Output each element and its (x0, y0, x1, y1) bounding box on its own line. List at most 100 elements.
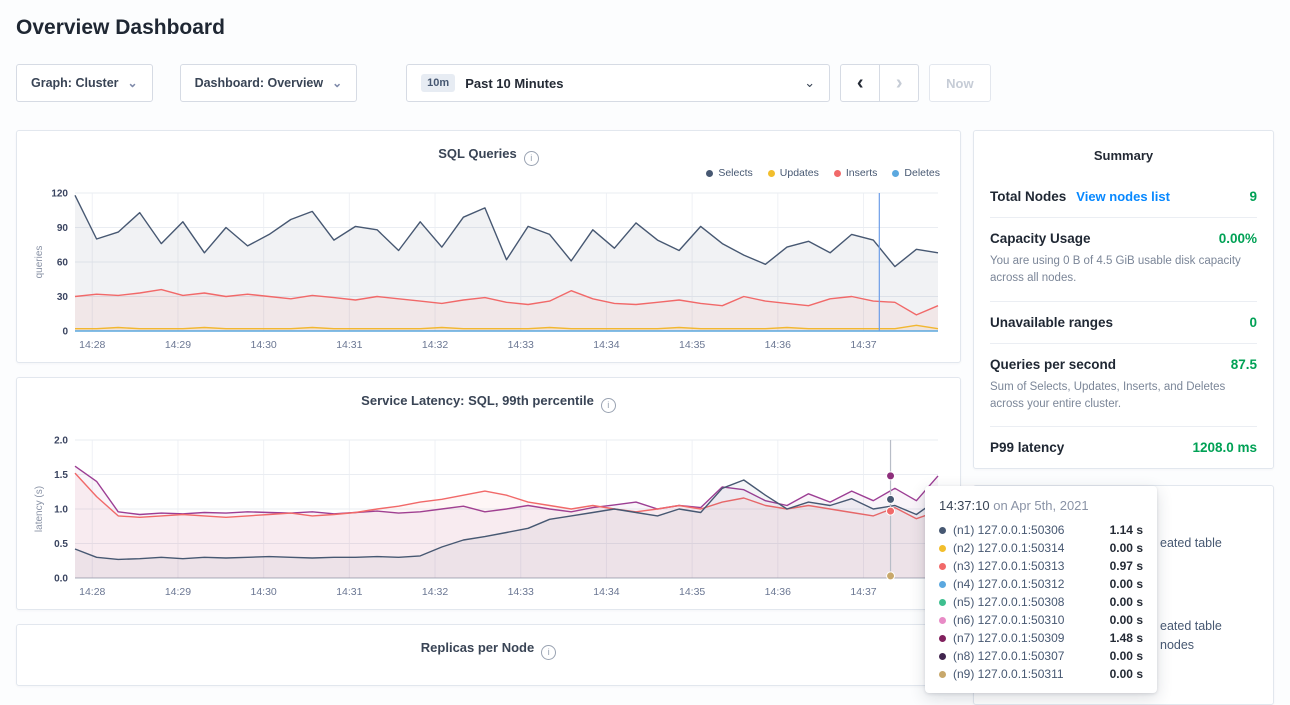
sql-latency-p99-svg: 14:2814:2914:3014:3114:3214:3314:3414:35… (31, 432, 948, 602)
series-dot-icon (939, 581, 946, 588)
series-dot-icon (939, 599, 946, 606)
series-dot-icon (939, 671, 946, 678)
tooltip-node-label: (n1) 127.0.0.1:50306 (953, 523, 1064, 537)
svg-text:0: 0 (62, 327, 68, 338)
summary-label: Unavailable ranges (990, 315, 1113, 330)
tooltip-row: (n7) 127.0.0.1:50309 1.48 s (939, 629, 1143, 647)
summary-row-capacity-usage: Capacity Usage 0.00% You are using 0 B o… (990, 217, 1257, 301)
view-nodes-list-link[interactable]: View nodes list (1076, 189, 1170, 204)
tooltip-node-label: (n6) 127.0.0.1:50310 (953, 613, 1064, 627)
svg-text:14:29: 14:29 (165, 339, 191, 351)
time-range-picker[interactable]: 10m Past 10 Minutes ⌄ (406, 64, 830, 102)
dashboard-controls: Graph: Cluster ⌄ Dashboard: Overview ⌄ 1… (16, 64, 1274, 102)
tooltip-row: (n5) 127.0.0.1:50308 0.00 s (939, 593, 1143, 611)
legend-item[interactable]: Updates (768, 167, 819, 179)
event-item: nodes (1160, 638, 1194, 652)
series-dot-icon (939, 563, 946, 570)
summary-row-total-nodes: Total Nodes View nodes list 9 (990, 176, 1257, 217)
summary-label: Capacity Usage (990, 231, 1091, 246)
series-dot-icon (939, 527, 946, 534)
event-item: eated table (1160, 619, 1222, 633)
time-range-badge: 10m (421, 74, 455, 92)
tooltip-row: (n1) 127.0.0.1:503061.14 s (939, 521, 1143, 539)
series-dot-icon (939, 545, 946, 552)
tooltip-node-value: 0.00 s (1110, 577, 1143, 591)
series-dot-icon (834, 170, 841, 177)
legend-label: Inserts (846, 167, 878, 179)
tooltip-row: (n6) 127.0.0.1:50310 0.00 s (939, 611, 1143, 629)
svg-text:14:35: 14:35 (679, 339, 705, 351)
svg-text:14:37: 14:37 (850, 339, 876, 351)
info-icon[interactable]: i (524, 151, 539, 166)
sql-latency-chart[interactable]: 14:2814:2914:3014:3114:3214:3314:3414:35… (31, 432, 948, 602)
tooltip-row: (n8) 127.0.0.1:503070.00 s (939, 647, 1143, 665)
svg-text:90: 90 (57, 223, 69, 234)
sql-queries-panel: SQL Queries i Selects Updates Inserts Delete… (16, 130, 961, 363)
svg-text:14:29: 14:29 (165, 586, 191, 598)
summary-value: 0 (1249, 315, 1257, 330)
svg-text:0.5: 0.5 (54, 539, 68, 550)
legend-label: Selects (718, 167, 752, 179)
svg-text:14:36: 14:36 (765, 339, 791, 351)
tooltip-node-label: (n9) 127.0.0.1:50311 (953, 667, 1064, 681)
chevron-down-icon: ⌄ (804, 79, 815, 87)
legend-label: Deletes (904, 167, 940, 179)
tooltip-node-value: 0.00 s (1110, 613, 1143, 627)
chart-title: SQL Queries (438, 146, 517, 161)
tooltip-date: on Apr 5th, 2021 (990, 498, 1089, 513)
svg-text:120: 120 (51, 189, 68, 200)
series-dot-icon (939, 635, 946, 642)
summary-caption: You are using 0 B of 4.5 GiB usable disk… (990, 253, 1257, 288)
time-prev-button[interactable]: ‹ (840, 64, 880, 102)
tooltip-node-label: (n3) 127.0.0.1:50313 (953, 559, 1064, 573)
summary-value: 9 (1249, 189, 1257, 204)
svg-text:14:31: 14:31 (336, 586, 362, 598)
chart-header: Replicas per Nodei (31, 625, 946, 679)
svg-text:14:33: 14:33 (508, 586, 534, 598)
svg-text:14:34: 14:34 (593, 586, 619, 598)
chart-header: SQL Queries i Selects Updates Inserts Delete… (31, 131, 946, 185)
replicas-per-node-panel: Replicas per Nodei (16, 624, 961, 686)
tooltip-node-value: 1.48 s (1110, 631, 1143, 645)
tooltip-node-value: 0.00 s (1110, 667, 1143, 681)
svg-text:30: 30 (57, 292, 69, 303)
summary-row-unavailable-ranges: Unavailable ranges 0 (990, 301, 1257, 343)
tooltip-node-value: 0.00 s (1110, 649, 1143, 663)
info-icon[interactable]: i (541, 645, 556, 660)
svg-text:1.5: 1.5 (54, 470, 68, 481)
chart-title: Service Latency: SQL, 99th percentile (361, 393, 594, 408)
svg-text:queries: queries (34, 246, 45, 279)
chevron-down-icon: ⌄ (128, 79, 138, 87)
legend-item[interactable]: Inserts (834, 167, 878, 179)
sql-queries-svg: 14:2814:2914:3014:3114:3214:3314:3414:35… (31, 185, 948, 355)
dashboard-select-dropdown[interactable]: Dashboard: Overview ⌄ (180, 64, 358, 102)
info-icon[interactable]: i (601, 398, 616, 413)
tooltip-header: 14:37:10 on Apr 5th, 2021 (939, 498, 1143, 513)
svg-text:0.0: 0.0 (54, 574, 68, 585)
summary-panel: Summary Total Nodes View nodes list 9 Ca… (973, 130, 1274, 469)
tooltip-node-label: (n7) 127.0.0.1:50309 (953, 631, 1064, 645)
graph-select-dropdown[interactable]: Graph: Cluster ⌄ (16, 64, 153, 102)
series-dot-icon (939, 617, 946, 624)
summary-title: Summary (990, 131, 1257, 176)
svg-text:14:37: 14:37 (850, 586, 876, 598)
svg-text:14:28: 14:28 (79, 339, 105, 351)
summary-label: Total Nodes (990, 189, 1066, 204)
sql-latency-panel: Service Latency: SQL, 99th percentile i 1… (16, 377, 961, 610)
tooltip-node-label: (n4) 127.0.0.1:50312 (953, 577, 1064, 591)
legend-item[interactable]: Selects (706, 167, 752, 179)
svg-text:14:34: 14:34 (593, 339, 619, 351)
now-button[interactable]: Now (929, 64, 990, 102)
time-next-button[interactable]: › (879, 64, 919, 102)
legend-item[interactable]: Deletes (892, 167, 940, 179)
tooltip-node-label: (n5) 127.0.0.1:50308 (953, 595, 1064, 609)
svg-text:60: 60 (57, 258, 69, 269)
summary-row-queries-per-second: Queries per second 87.5 Sum of Selects, … (990, 343, 1257, 427)
sql-queries-chart[interactable]: 14:2814:2914:3014:3114:3214:3314:3414:35… (31, 185, 948, 355)
tooltip-node-value: 0.00 s (1110, 595, 1143, 609)
svg-text:14:36: 14:36 (765, 586, 791, 598)
page-title: Overview Dashboard (16, 16, 1274, 40)
chart-hover-tooltip: 14:37:10 on Apr 5th, 2021 (n1) 127.0.0.1… (925, 486, 1157, 693)
svg-text:14:31: 14:31 (336, 339, 362, 351)
svg-text:14:33: 14:33 (508, 339, 534, 351)
